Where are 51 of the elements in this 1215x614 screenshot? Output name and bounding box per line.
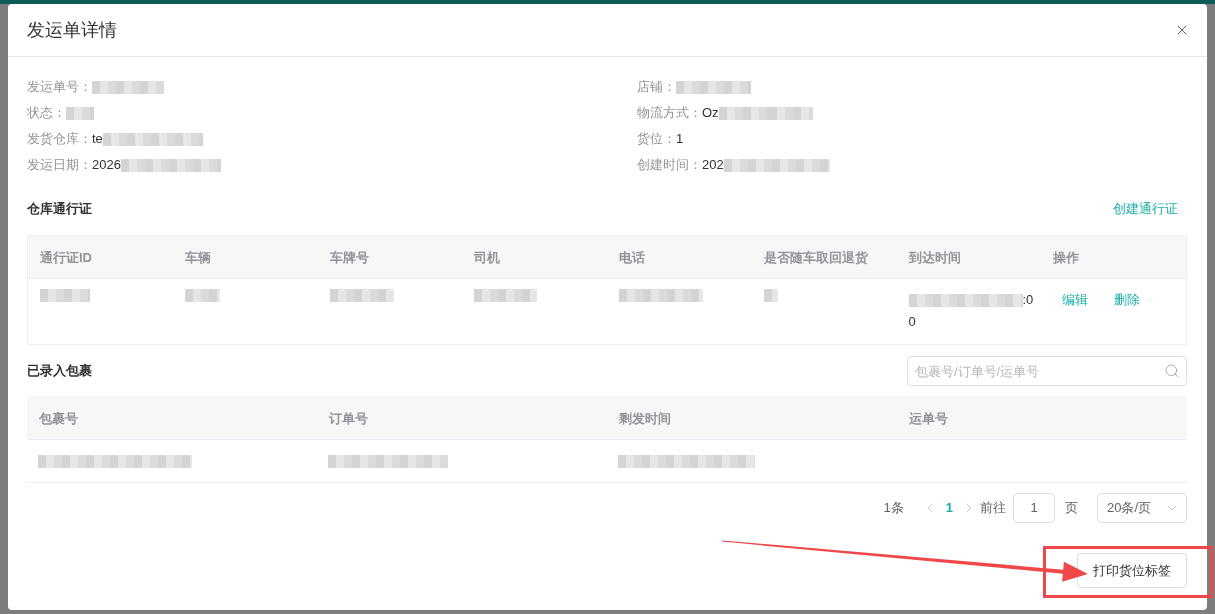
field-label: 发运单号：	[27, 78, 92, 97]
cell-text: :0	[1022, 291, 1034, 309]
total-count: 1条	[883, 499, 904, 518]
goto-label: 前往	[980, 499, 1006, 518]
column-header: 操作	[1053, 250, 1080, 265]
field-label: 店铺：	[637, 78, 676, 97]
page-unit-label: 页	[1065, 499, 1078, 518]
page-input[interactable]: 1	[1013, 493, 1055, 523]
field-value: 202	[702, 156, 724, 175]
column-header: 到达时间	[908, 250, 961, 265]
section-title: 仓库通行证	[27, 200, 92, 219]
create-pass-link[interactable]: 创建通行证	[1113, 199, 1178, 219]
row-action-link[interactable]: 编辑	[1062, 290, 1089, 310]
column-header: 司机	[474, 250, 501, 265]
field-value: te	[92, 130, 103, 149]
column-header: 车牌号	[329, 250, 369, 265]
column-header: 运单号	[909, 410, 948, 426]
field-label: 状态：	[27, 104, 66, 123]
field-value: 2026	[92, 156, 121, 175]
pixelated-redaction	[66, 106, 94, 120]
column-header: 电话	[619, 250, 645, 265]
pixelated-redaction	[718, 106, 769, 120]
pixelated-redaction	[40, 289, 90, 302]
column-header: 剩发时间	[619, 410, 671, 426]
dialog-title: 发运单详情	[27, 18, 117, 42]
pixelated-redaction	[329, 289, 394, 302]
field-value: 1	[676, 130, 684, 149]
column-header: 车辆	[184, 250, 211, 265]
search-icon	[1164, 363, 1180, 379]
row-action-link[interactable]: 删除	[1114, 290, 1141, 310]
page-number[interactable]: 1	[945, 498, 953, 518]
field-label: 发货仓库：	[27, 130, 92, 149]
field-label: 发运日期：	[27, 156, 92, 175]
pixelated-redaction	[763, 289, 778, 302]
field-label: 创建时间：	[637, 156, 702, 175]
pixelated-redaction	[92, 80, 164, 94]
pixelated-redaction	[768, 106, 813, 120]
pixelated-redaction	[184, 289, 220, 302]
page-size-select[interactable]: 20条/页	[1097, 493, 1187, 523]
section-title: 已录入包裹	[27, 362, 92, 381]
field-value: Oz	[702, 104, 719, 123]
field-label: 物流方式：	[637, 104, 702, 123]
column-header: 订单号	[329, 410, 368, 426]
cell-text: 0	[908, 313, 916, 331]
search-field[interactable]: 包裹号/订单号/运单号	[907, 356, 1187, 386]
column-header: 是否随车取回退货	[763, 250, 868, 265]
print-label-button[interactable]: 打印货位标签	[1077, 553, 1187, 588]
column-header: 包裹号	[39, 410, 78, 426]
column-header: 通行证ID	[40, 250, 92, 265]
pixelated-redaction	[474, 289, 538, 302]
field-label: 货位：	[637, 130, 676, 149]
